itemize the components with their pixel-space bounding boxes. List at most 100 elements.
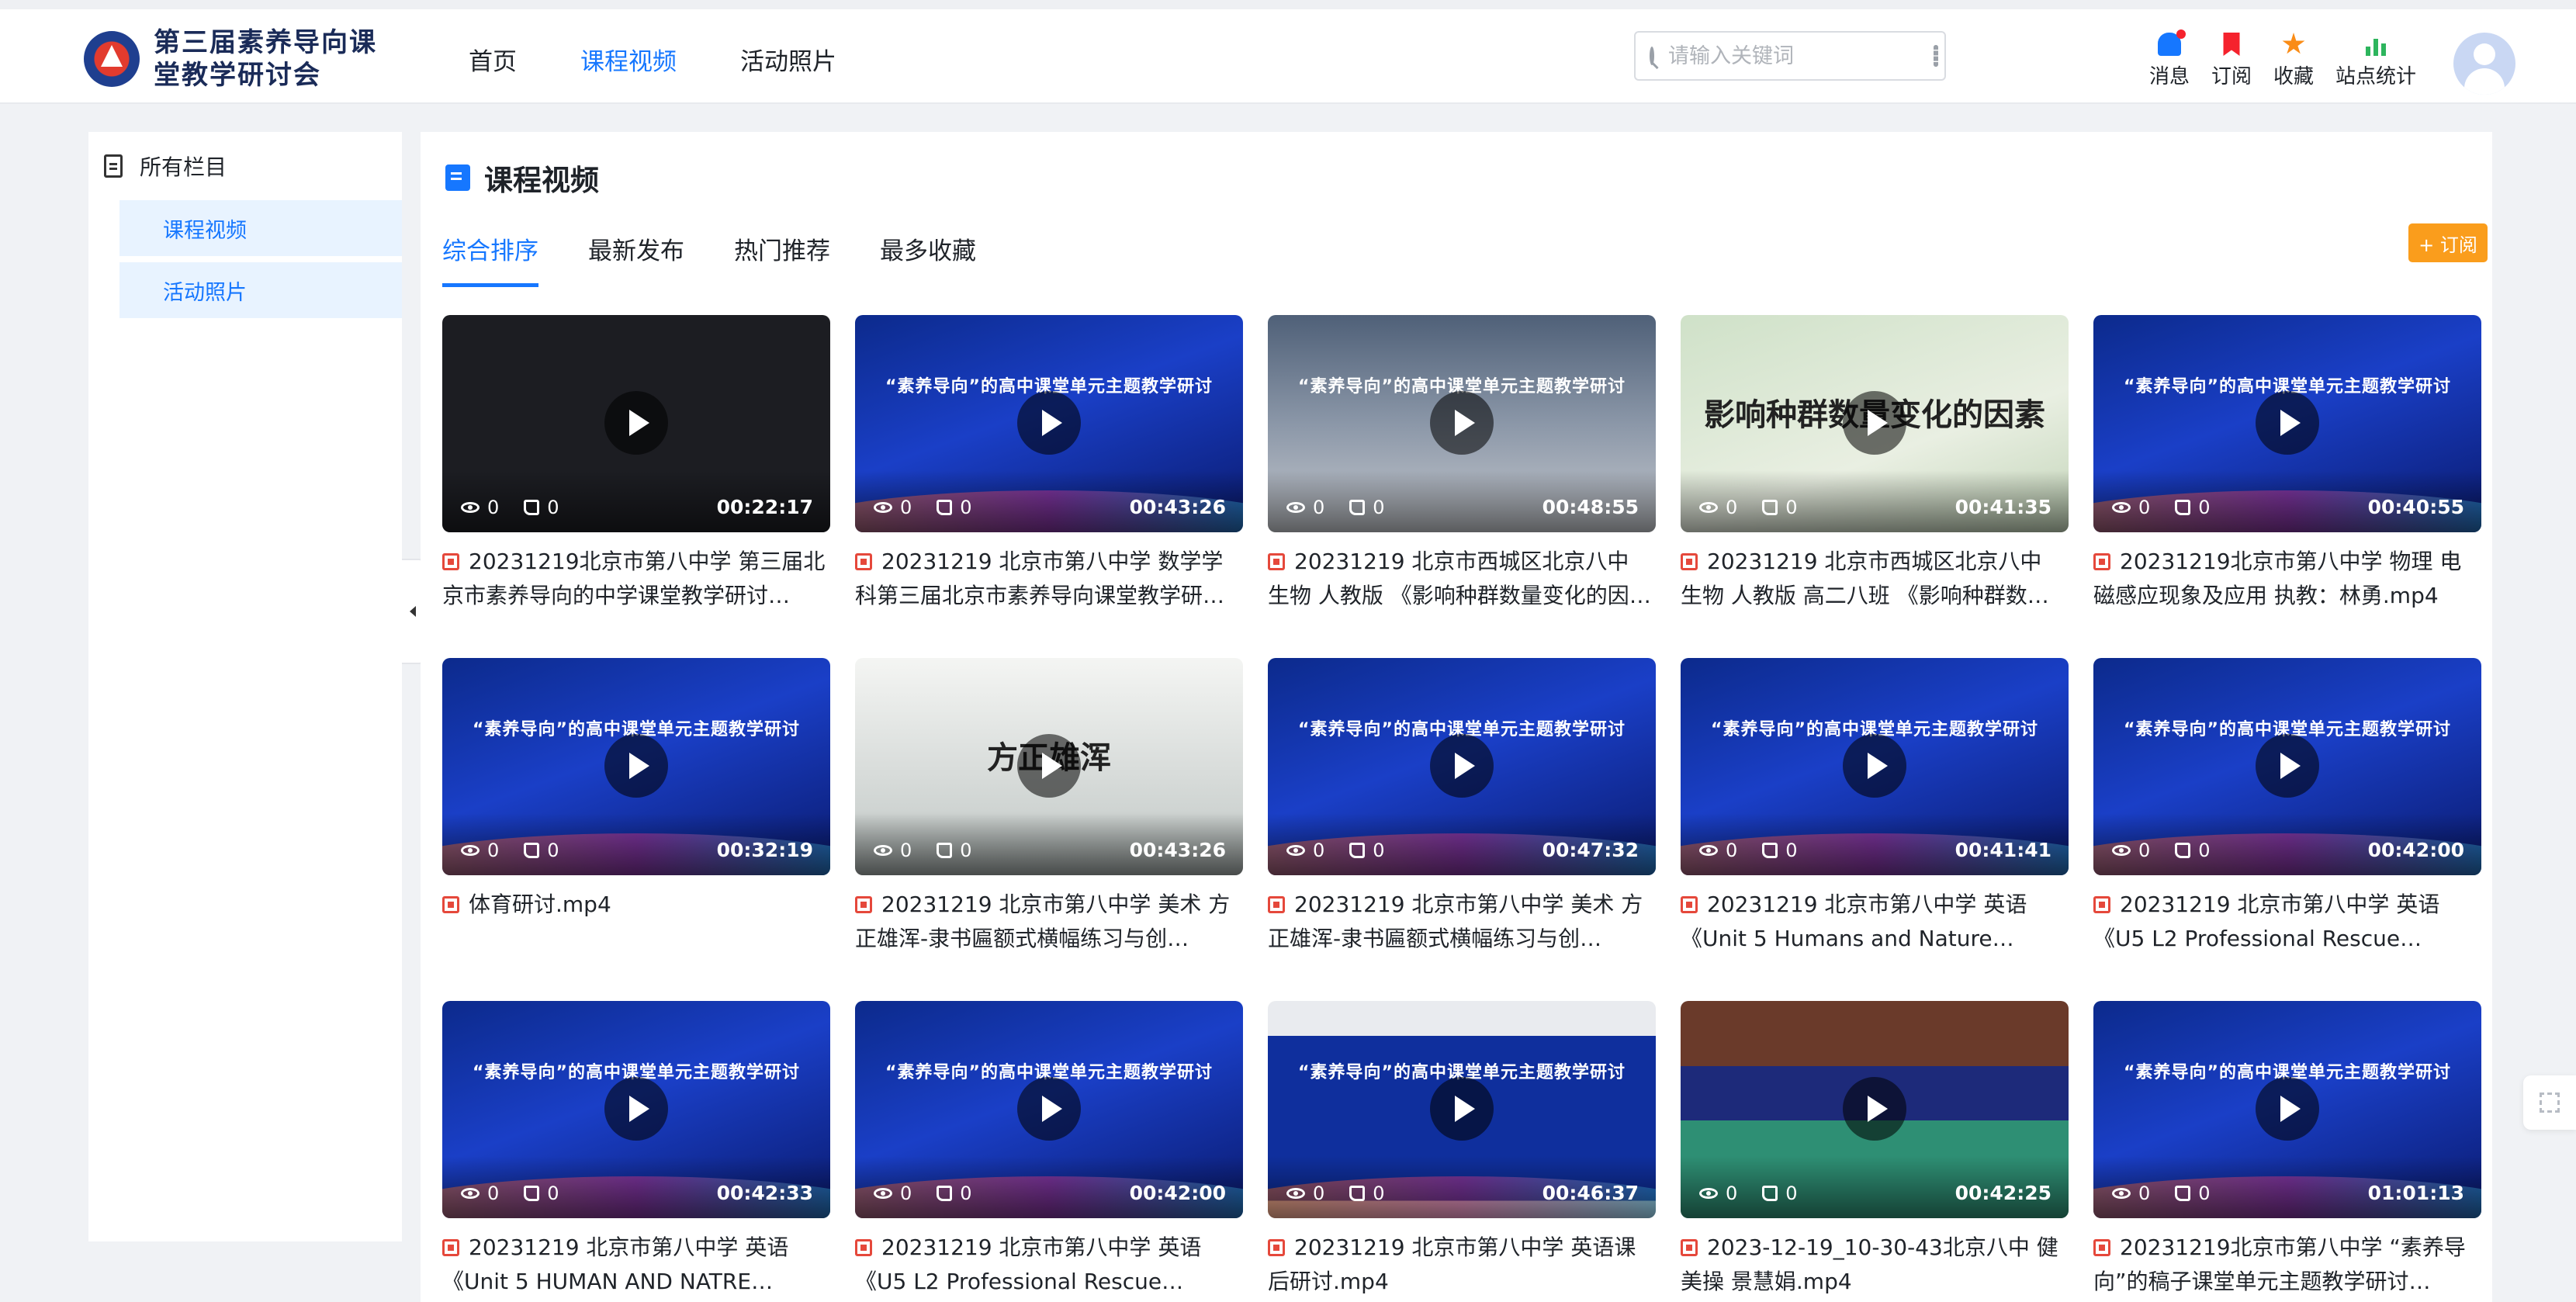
- document-icon: [104, 154, 123, 178]
- like-count: 0: [1785, 497, 1798, 518]
- video-card[interactable]: “素养导向”的高中课堂单元主题教学研讨 0 0 01:01:13 2023121…: [2093, 1001, 2481, 1302]
- site-logo[interactable]: 第三届素养导向课堂教学研讨会: [84, 26, 386, 92]
- video-title[interactable]: 20231219 北京市第八中学 英语 《U5 L2 Professional …: [2093, 888, 2481, 956]
- video-duration: 01:01:13: [2367, 1182, 2464, 1204]
- video-card[interactable]: “素养导向”的高中课堂单元主题教学研讨 0 0 00:32:19 体育研讨.mp…: [442, 658, 830, 1001]
- nav-activity-photos[interactable]: 活动照片: [740, 43, 836, 81]
- tab-popular[interactable]: 热门推荐: [734, 231, 830, 287]
- video-duration: 00:32:19: [716, 839, 813, 861]
- video-title[interactable]: 20231219 北京市西城区北京八中 生物 人教版 高二八班 《影响种群数量变…: [1681, 545, 2069, 613]
- video-thumbnail[interactable]: “素养导向”的高中课堂单元主题教学研讨 0 0 00:40:55: [2093, 315, 2481, 532]
- video-title-text: 20231219 北京市第八中学 美术 方正雄浑-隶书匾额式横幅练习与创作.mp…: [1268, 892, 1643, 951]
- video-card[interactable]: “素养导向”的高中课堂单元主题教学研讨 0 0 00:43:26 2023121…: [855, 315, 1243, 658]
- video-title[interactable]: 20231219 北京市第八中学 美术 方正雄浑-隶书匾额式横幅练习与创作.mp…: [855, 888, 1243, 956]
- play-icon[interactable]: [1843, 391, 1906, 455]
- search-input[interactable]: [1668, 43, 1934, 68]
- video-card[interactable]: “素养导向”的高中课堂单元主题教学研讨 0 0 00:40:55 2023121…: [2093, 315, 2481, 658]
- video-title[interactable]: 20231219 北京市第八中学 英语 《Unit 5 HUMAN AND NA…: [442, 1231, 830, 1299]
- video-title[interactable]: 20231219 北京市第八中学 英语 《U5 L2 Professional …: [855, 1231, 1243, 1299]
- video-stats: 0 0: [1286, 840, 1385, 861]
- tab-comprehensive[interactable]: 综合排序: [442, 231, 538, 287]
- like-count: 0: [2198, 497, 2211, 518]
- video-thumbnail[interactable]: “素养导向”的高中课堂单元主题教学研讨 0 0 00:46:37: [1268, 1001, 1656, 1218]
- play-icon[interactable]: [604, 391, 668, 455]
- video-card[interactable]: “素养导向”的高中课堂单元主题教学研讨 0 0 00:48:55 2023121…: [1268, 315, 1656, 658]
- play-icon[interactable]: [1843, 734, 1906, 798]
- user-avatar[interactable]: [2453, 33, 2515, 95]
- video-title[interactable]: 20231219 北京市第八中学 美术 方正雄浑-隶书匾额式横幅练习与创作.mp…: [1268, 888, 1656, 956]
- video-card[interactable]: “素养导向”的高中课堂单元主题教学研讨 0 0 00:41:41 2023121…: [1681, 658, 2069, 1001]
- play-icon[interactable]: [2256, 391, 2319, 455]
- play-icon[interactable]: [604, 1077, 668, 1141]
- video-title[interactable]: 20231219北京市第八中学 第三届北京市素养导向的中学课堂教学研讨会.mp4: [442, 545, 830, 613]
- video-thumbnail[interactable]: “素养导向”的高中课堂单元主题教学研讨 0 0 00:47:32: [1268, 658, 1656, 875]
- qr-code-button[interactable]: [2523, 1075, 2576, 1130]
- video-title[interactable]: 20231219北京市第八中学 物理 电磁感应现象及应用 执教：林勇.mp4: [2093, 545, 2481, 613]
- video-card[interactable]: “素养导向”的高中课堂单元主题教学研讨 0 0 00:46:37 2023121…: [1268, 1001, 1656, 1302]
- image-search-icon[interactable]: [1934, 45, 1938, 67]
- view-count: 0: [1726, 840, 1738, 861]
- play-icon[interactable]: [1843, 1077, 1906, 1141]
- video-card[interactable]: 方正雄浑 0 0 00:43:26 20231219 北京市第八中学 美术 方正…: [855, 658, 1243, 1001]
- video-stats: 0 0: [1286, 1183, 1385, 1204]
- video-thumbnail[interactable]: “素养导向”的高中课堂单元主题教学研讨 0 0 00:41:41: [1681, 658, 2069, 875]
- video-card[interactable]: “素养导向”的高中课堂单元主题教学研讨 0 0 00:42:00 2023121…: [2093, 658, 2481, 1001]
- video-thumbnail[interactable]: 方正雄浑 0 0 00:43:26: [855, 658, 1243, 875]
- video-thumbnail[interactable]: “素养导向”的高中课堂单元主题教学研讨 0 0 00:43:26: [855, 315, 1243, 532]
- main-content: 课程视频 综合排序 最新发布 热门推荐 最多收藏 + 订阅 0 0 00:22:…: [421, 132, 2492, 1302]
- video-thumbnail[interactable]: “素养导向”的高中课堂单元主题教学研讨 0 0 01:01:13: [2093, 1001, 2481, 1218]
- subscribe-button[interactable]: + 订阅: [2408, 223, 2488, 262]
- video-file-icon: [1268, 896, 1285, 913]
- video-title-text: 20231219北京市第八中学 第三届北京市素养导向的中学课堂教学研讨会.mp4: [442, 549, 826, 608]
- video-thumbnail[interactable]: “素养导向”的高中课堂单元主题教学研讨 0 0 00:42:33: [442, 1001, 830, 1218]
- video-title[interactable]: 2023-12-19_10-30-43北京八中 健美操 景慧娟.mp4: [1681, 1231, 2069, 1299]
- video-title[interactable]: 20231219北京市第八中学 “素养导向”的稿子课堂单元主题教学研讨会.mp4: [2093, 1231, 2481, 1299]
- video-title[interactable]: 20231219 北京市第八中学 英语 《Unit 5 Humans and N…: [1681, 888, 2069, 956]
- play-icon[interactable]: [604, 734, 668, 798]
- video-card[interactable]: 0 0 00:22:17 20231219北京市第八中学 第三届北京市素养导向的…: [442, 315, 830, 658]
- video-title[interactable]: 20231219 北京市第八中学 数学学科第三届北京市素养导向课堂教学研讨会.m…: [855, 545, 1243, 613]
- video-title[interactable]: 20231219 北京市第八中学 英语课后研讨.mp4: [1268, 1231, 1656, 1299]
- video-title[interactable]: 20231219 北京市西城区北京八中 生物 人教版 《影响种群数量变化的因素》…: [1268, 545, 1656, 613]
- nav-course-videos[interactable]: 课程视频: [580, 43, 677, 81]
- video-card[interactable]: 影响种群数量变化的因素 0 0 00:41:35 20231219 北京市西城区…: [1681, 315, 2069, 658]
- like-icon: [1349, 843, 1366, 858]
- video-thumbnail[interactable]: “素养导向”的高中课堂单元主题教学研讨 0 0 00:42:00: [855, 1001, 1243, 1218]
- play-icon[interactable]: [2256, 734, 2319, 798]
- video-title[interactable]: 体育研讨.mp4: [442, 888, 830, 922]
- eye-icon: [2112, 845, 2131, 856]
- video-card[interactable]: “素养导向”的高中课堂单元主题教学研讨 0 0 00:42:33 2023121…: [442, 1001, 830, 1302]
- subscriptions-button[interactable]: 订阅: [2211, 33, 2252, 89]
- sidebar-item-activity-photos[interactable]: 活动照片: [119, 262, 402, 318]
- video-card[interactable]: 0 0 00:42:25 2023-12-19_10-30-43北京八中 健美操…: [1681, 1001, 2069, 1302]
- view-count: 0: [1726, 497, 1738, 518]
- video-card[interactable]: “素养导向”的高中课堂单元主题教学研讨 0 0 00:47:32 2023121…: [1268, 658, 1656, 1001]
- play-icon[interactable]: [1430, 1077, 1494, 1141]
- favorites-button[interactable]: 收藏: [2273, 33, 2314, 89]
- tab-most-favorited[interactable]: 最多收藏: [880, 231, 976, 287]
- site-stats-button[interactable]: 站点统计: [2335, 33, 2416, 89]
- play-icon[interactable]: [1430, 391, 1494, 455]
- play-icon[interactable]: [1017, 391, 1081, 455]
- messages-button[interactable]: 消息: [2149, 29, 2190, 89]
- video-file-icon: [442, 896, 459, 913]
- like-count: 0: [2198, 1183, 2211, 1204]
- video-thumbnail[interactable]: “素养导向”的高中课堂单元主题教学研讨 0 0 00:48:55: [1268, 315, 1656, 532]
- nav-home[interactable]: 首页: [469, 43, 517, 81]
- play-icon[interactable]: [1017, 734, 1081, 798]
- video-file-icon: [2093, 896, 2110, 913]
- video-thumbnail[interactable]: “素养导向”的高中课堂单元主题教学研讨 0 0 00:32:19: [442, 658, 830, 875]
- play-icon[interactable]: [2256, 1077, 2319, 1141]
- tab-latest[interactable]: 最新发布: [588, 231, 684, 287]
- video-thumbnail[interactable]: 0 0 00:42:25: [1681, 1001, 2069, 1218]
- video-thumbnail[interactable]: 0 0 00:22:17: [442, 315, 830, 532]
- video-card[interactable]: “素养导向”的高中课堂单元主题教学研讨 0 0 00:42:00 2023121…: [855, 1001, 1243, 1302]
- video-thumbnail[interactable]: “素养导向”的高中课堂单元主题教学研讨 0 0 00:42:00: [2093, 658, 2481, 875]
- eye-icon: [874, 502, 892, 513]
- sidebar-item-course-videos[interactable]: 课程视频: [119, 200, 402, 256]
- play-icon[interactable]: [1017, 1077, 1081, 1141]
- video-thumbnail[interactable]: 影响种群数量变化的因素 0 0 00:41:35: [1681, 315, 2069, 532]
- video-duration: 00:47:32: [1542, 839, 1639, 861]
- view-count: 0: [487, 840, 500, 861]
- play-icon[interactable]: [1430, 734, 1494, 798]
